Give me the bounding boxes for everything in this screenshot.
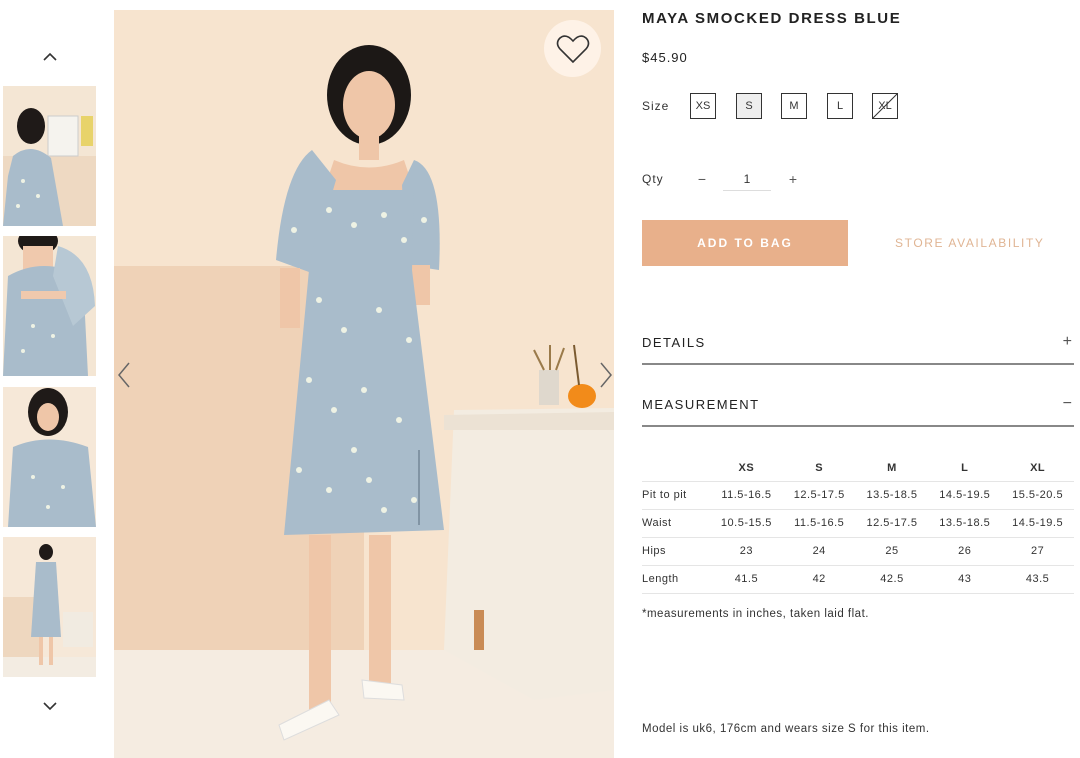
table-cell: 11.5-16.5 (782, 509, 856, 538)
store-availability-link[interactable]: STORE AVAILABILITY (895, 236, 1045, 250)
quantity-increase-button[interactable]: + (785, 170, 801, 188)
table-cell: 25 (855, 537, 929, 566)
table-row-label: Waist (642, 509, 710, 538)
thumbnail-scroll-up-button[interactable] (0, 39, 100, 75)
size-label: Size (642, 99, 670, 113)
chevron-right-icon (600, 362, 612, 388)
details-accordion-header[interactable]: DETAILS + (642, 325, 1074, 365)
model-info-note: Model is uk6, 176cm and wears size S for… (642, 723, 930, 735)
table-cell: 12.5-17.5 (782, 481, 856, 510)
product-price: $45.90 (642, 50, 688, 65)
strikethrough-icon (873, 94, 897, 118)
thumbnail-image (3, 537, 96, 677)
table-cell: 13.5-18.5 (928, 509, 1002, 538)
thumbnail-scroll-down-button[interactable] (0, 688, 100, 724)
table-row: Waist 10.5-15.5 11.5-16.5 12.5-17.5 13.5… (642, 509, 1074, 538)
table-cell: 13.5-18.5 (855, 481, 929, 510)
plus-icon: + (1062, 333, 1072, 350)
chevron-up-icon (43, 52, 57, 61)
product-info-panel: MAYA SMOCKED DRESS BLUE $45.90 Size XS S… (642, 0, 1076, 758)
table-cell: 23 (710, 537, 783, 566)
table-cell: 42.5 (855, 565, 929, 594)
measurement-accordion-header[interactable]: MEASUREMENT − (642, 387, 1074, 427)
table-cell: 10.5-15.5 (710, 509, 783, 538)
minus-icon: − (1062, 395, 1072, 412)
table-cell: 11.5-16.5 (710, 481, 783, 510)
size-option-s[interactable]: S (736, 93, 762, 119)
quantity-decrease-button[interactable]: − (694, 170, 710, 188)
next-image-button[interactable] (596, 360, 614, 390)
table-cell: 42 (782, 565, 856, 594)
product-photo (114, 10, 614, 758)
table-header-cell: XS (710, 455, 783, 482)
table-header-cell: L (928, 455, 1002, 482)
size-option-xs[interactable]: XS (690, 93, 716, 119)
chevron-down-icon (43, 702, 57, 711)
heart-icon (556, 34, 589, 63)
thumbnail-image (3, 236, 96, 376)
table-row-label: Pit to pit (642, 481, 710, 510)
measurement-accordion-title: MEASUREMENT (642, 397, 760, 412)
table-cell: 27 (1001, 537, 1074, 566)
table-cell: 26 (928, 537, 1002, 566)
table-row: Pit to pit 11.5-16.5 12.5-17.5 13.5-18.5… (642, 481, 1074, 510)
chevron-left-icon (118, 362, 130, 388)
thumbnail-4[interactable] (3, 537, 96, 677)
size-option-l[interactable]: L (827, 93, 853, 119)
table-row: Hips 23 24 25 26 27 (642, 537, 1074, 566)
table-header-cell (642, 455, 710, 482)
thumbnail-image (3, 86, 96, 226)
main-product-image (114, 10, 614, 758)
table-header-cell: M (855, 455, 929, 482)
table-cell: 24 (782, 537, 856, 566)
table-cell: 15.5-20.5 (1001, 481, 1074, 510)
table-cell: 43.5 (1001, 565, 1074, 594)
wishlist-button[interactable] (544, 20, 601, 77)
previous-image-button[interactable] (114, 360, 134, 390)
size-option-xl[interactable]: XL (872, 93, 898, 119)
thumbnail-2[interactable] (3, 236, 96, 376)
table-header-row: XS S M L XL (642, 455, 1074, 482)
table-row-label: Length (642, 565, 710, 594)
quantity-input[interactable] (723, 167, 771, 191)
thumbnail-3[interactable] (3, 387, 96, 527)
add-to-bag-button[interactable]: ADD TO BAG (642, 220, 848, 266)
table-cell: 14.5-19.5 (928, 481, 1002, 510)
measurement-note: *measurements in inches, taken laid flat… (642, 608, 869, 620)
thumbnail-1[interactable] (3, 86, 96, 226)
table-header-cell: S (782, 455, 856, 482)
table-row: Length 41.5 42 42.5 43 43.5 (642, 565, 1074, 594)
product-title: MAYA SMOCKED DRESS BLUE (642, 10, 902, 27)
measurement-table: XS S M L XL Pit to pit 11.5-16.5 12.5-17… (642, 455, 1074, 594)
table-cell: 14.5-19.5 (1001, 509, 1074, 538)
thumbnail-image (3, 387, 96, 527)
quantity-label: Qty (642, 172, 664, 186)
table-cell: 43 (928, 565, 1002, 594)
table-header-cell: XL (1001, 455, 1074, 482)
table-row-label: Hips (642, 537, 710, 566)
size-option-m[interactable]: M (781, 93, 807, 119)
table-cell: 12.5-17.5 (855, 509, 929, 538)
table-cell: 41.5 (710, 565, 783, 594)
details-accordion-title: DETAILS (642, 335, 706, 350)
